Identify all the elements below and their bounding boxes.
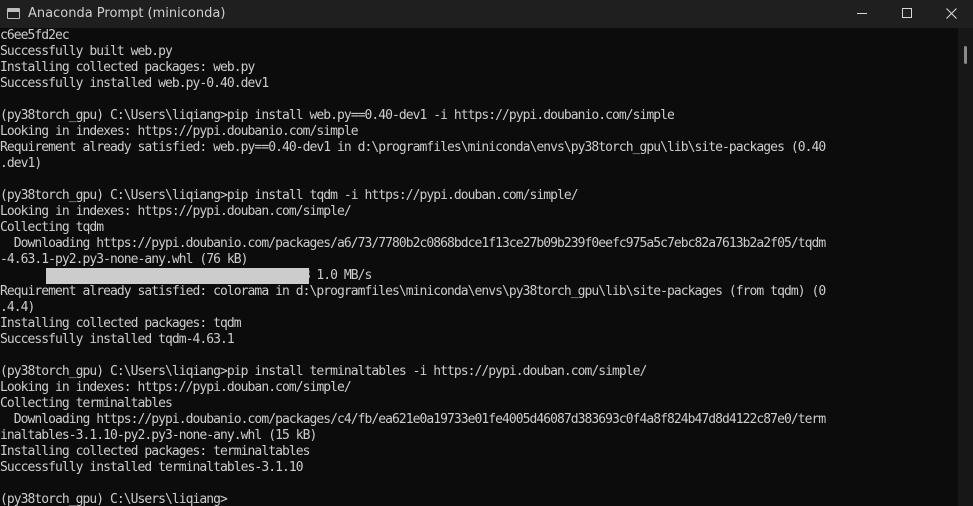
terminal-line: Requirement already satisfied: colorama … (0, 284, 826, 299)
close-button[interactable] (929, 0, 973, 28)
maximize-button[interactable] (884, 0, 930, 28)
terminal-line: Downloading https://pypi.doubanio.com/pa… (0, 412, 826, 427)
scrollbar-thumb[interactable] (964, 46, 967, 64)
minimize-icon (857, 13, 867, 14)
vertical-scrollbar[interactable] (958, 28, 973, 506)
terminal-line: Installing collected packages: web.py (0, 60, 255, 75)
terminal-line: .4.4) (0, 300, 35, 315)
terminal-window-icon (7, 8, 20, 19)
terminal-line: Successfully built web.py (0, 44, 173, 59)
terminal-line: Downloading https://pypi.doubanio.com/pa… (0, 236, 826, 251)
terminal-window: Anaconda Prompt (miniconda) c6ee5fd2ec S… (0, 0, 973, 506)
close-icon (946, 8, 957, 19)
terminal-line: (py38torch_gpu) C:\Users\liqiang>pip ins… (0, 188, 579, 203)
title-bar[interactable]: Anaconda Prompt (miniconda) (0, 0, 973, 28)
minimize-button[interactable] (839, 0, 885, 28)
terminal-line: Successfully installed web.py-0.40.dev1 (0, 76, 269, 91)
maximize-icon (902, 8, 912, 18)
terminal-line: (py38torch_gpu) C:\Users\liqiang>pip ins… (0, 108, 675, 123)
window-title: Anaconda Prompt (miniconda) (28, 6, 226, 21)
terminal-line: (py38torch_gpu) C:\Users\liqiang>pip ins… (0, 364, 647, 379)
terminal-line: Looking in indexes: https://pypi.doubani… (0, 124, 359, 139)
terminal-line: inaltables-3.1.10-py2.py3-none-any.whl (… (0, 428, 317, 443)
terminal-line: Looking in indexes: https://pypi.douban.… (0, 380, 352, 395)
terminal-line: Successfully installed tqdm-4.63.1 (0, 332, 235, 347)
terminal-line: Collecting terminaltables (0, 396, 173, 411)
terminal-prompt-line: (py38torch_gpu) C:\Users\liqiang> (0, 492, 228, 506)
terminal-line: Requirement already satisfied: web.py==0… (0, 140, 826, 155)
terminal-line: Installing collected packages: terminalt… (0, 444, 310, 459)
terminal-line: c6ee5fd2ec (0, 28, 70, 43)
terminal-line: .dev1) (0, 156, 42, 171)
terminal-line: Installing collected packages: tqdm (0, 316, 242, 331)
terminal-line: Collecting tqdm (0, 220, 104, 235)
terminal-line: -4.63.1-py2.py3-none-any.whl (76 kB) (0, 252, 249, 267)
terminal-line: Looking in indexes: https://pypi.douban.… (0, 204, 352, 219)
terminal-line: 76 kB 1.0 MB/s (0, 268, 372, 283)
terminal-output[interactable]: c6ee5fd2ec Successfully built web.py Ins… (0, 28, 958, 506)
terminal-line: Successfully installed terminaltables-3.… (0, 460, 304, 475)
